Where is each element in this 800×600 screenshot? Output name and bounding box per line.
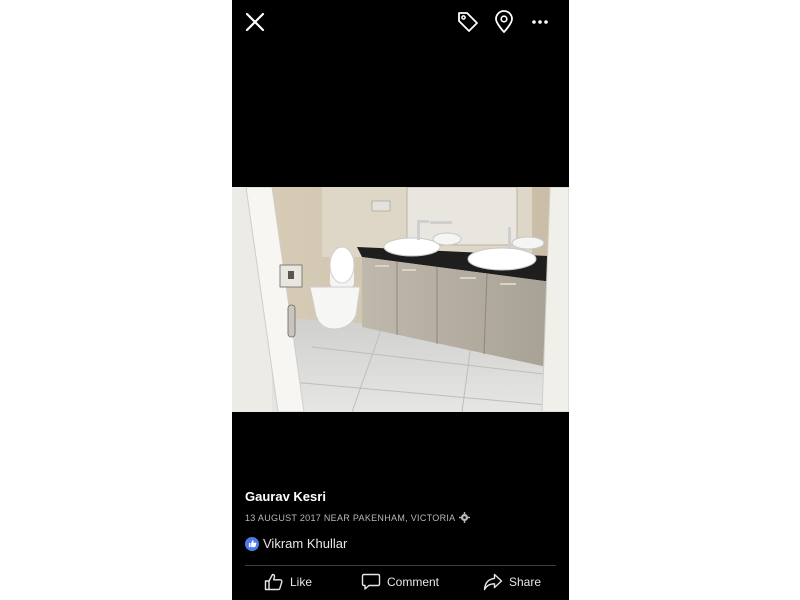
- reactor-name: Vikram Khullar: [263, 536, 348, 551]
- post-author-name[interactable]: Gaurav Kesri: [245, 489, 326, 504]
- post-actions-bar: Like Comment Share: [232, 568, 569, 596]
- post-date-location: 13 AUGUST 2017 NEAR PAKENHAM, VICTORIA: [245, 512, 456, 523]
- like-button[interactable]: Like: [264, 568, 312, 596]
- comment-button[interactable]: Comment: [361, 568, 439, 596]
- thumbs-up-icon: [264, 573, 283, 591]
- divider: [245, 565, 556, 566]
- photo-viewer: Gaurav Kesri 13 AUGUST 2017 NEAR PAKENHA…: [232, 0, 569, 600]
- bathroom-vanity-photo[interactable]: [232, 187, 569, 412]
- like-label: Like: [290, 575, 313, 589]
- post-meta: 13 AUGUST 2017 NEAR PAKENHAM, VICTORIA: [245, 512, 471, 523]
- share-button[interactable]: Share: [483, 568, 541, 596]
- share-arrow-icon: [483, 573, 503, 591]
- comment-label: Comment: [387, 575, 440, 589]
- location-pin-icon[interactable]: [494, 10, 514, 34]
- more-options-icon[interactable]: [530, 14, 550, 30]
- comment-bubble-icon: [361, 573, 381, 590]
- share-label: Share: [509, 575, 542, 589]
- gear-icon[interactable]: [459, 512, 471, 523]
- like-badge-icon: [245, 536, 259, 551]
- reactions-summary[interactable]: Vikram Khullar: [245, 536, 347, 551]
- close-icon[interactable]: [244, 11, 266, 33]
- tag-icon[interactable]: [456, 10, 480, 34]
